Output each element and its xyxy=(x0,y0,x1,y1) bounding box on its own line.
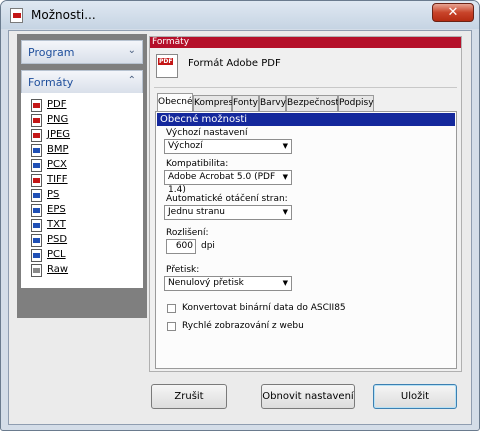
chevron-down-icon: ▼ xyxy=(282,208,288,216)
format-label: TIFF xyxy=(47,174,68,185)
format-label: PNG xyxy=(47,114,69,125)
compatibility-select[interactable]: Adobe Acrobat 5.0 (PDF 1.4) ▼ xyxy=(164,170,292,195)
ps-file-icon xyxy=(31,189,42,202)
format-label: PS xyxy=(47,189,60,200)
format-label: Raw xyxy=(47,264,69,275)
panel-header: Formáty xyxy=(150,37,461,48)
compatibility-label: Kompatibilita: xyxy=(166,159,229,169)
format-label: PDF xyxy=(47,99,67,110)
png-file-icon xyxy=(31,114,42,127)
pcx-file-icon xyxy=(31,159,42,172)
txt-file-icon xyxy=(31,219,42,232)
ascii85-label: Konvertovat binární data do ASCII85 xyxy=(182,303,346,313)
chevron-down-icon: ⌄ xyxy=(127,45,136,56)
format-panel: Formáty PDF Formát Adobe PDF Obecné Komp… xyxy=(149,36,462,372)
close-icon: ✕ xyxy=(447,5,459,20)
ascii85-checkbox[interactable] xyxy=(167,304,176,313)
tab-colors[interactable]: Barvy xyxy=(259,95,286,111)
fast-web-view-checkbox[interactable] xyxy=(167,322,176,331)
sidebar-program-header[interactable]: Program ⌄ xyxy=(21,40,143,64)
default-settings-select[interactable]: Výchozí ▼ xyxy=(164,139,292,154)
select-value: Adobe Acrobat 5.0 (PDF 1.4) xyxy=(168,172,276,195)
auto-rotate-select[interactable]: Jednu stranu ▼ xyxy=(164,205,292,220)
resolution-label: Rozlišení: xyxy=(166,228,209,238)
sidebar: Program ⌄ Formáty ⌃ PDF PNG JPEG BMP PCX… xyxy=(17,34,147,318)
format-label: TXT xyxy=(47,219,66,230)
title-bar: Možnosti... ✕ xyxy=(1,1,479,29)
overprint-label: Přetisk: xyxy=(166,265,200,275)
raw-file-icon xyxy=(31,264,42,277)
format-list: PDF PNG JPEG BMP PCX TIFF PS EPS TXT PSD… xyxy=(21,93,143,288)
panel-title: Formát Adobe PDF xyxy=(188,58,281,69)
fast-web-view-label: Rychlé zobrazování z webu xyxy=(182,321,304,331)
bmp-file-icon xyxy=(31,144,42,157)
pcl-file-icon xyxy=(31,249,42,262)
chevron-down-icon: ▼ xyxy=(282,279,288,287)
format-label: JPEG xyxy=(47,129,71,140)
sidebar-formats-label: Formáty xyxy=(28,76,74,89)
chevron-down-icon: ▼ xyxy=(282,142,288,150)
format-label: EPS xyxy=(47,204,66,215)
pdf-document-icon: PDF xyxy=(156,54,178,78)
tab-general[interactable]: Obecné xyxy=(157,93,193,111)
select-value: Výchozí xyxy=(168,141,203,151)
resolution-unit: dpi xyxy=(201,241,215,251)
select-value: Nenulový přetisk xyxy=(168,278,244,288)
format-label: PCL xyxy=(47,249,66,260)
section-header: Obecné možnosti xyxy=(157,113,455,126)
jpeg-file-icon xyxy=(31,129,42,142)
auto-rotate-label: Automatické otáčení stran: xyxy=(166,194,288,204)
format-label: PSD xyxy=(47,234,68,245)
divider xyxy=(154,87,457,88)
overprint-select[interactable]: Nenulový přetisk ▼ xyxy=(164,276,292,291)
sidebar-program-label: Program xyxy=(28,46,75,59)
close-button[interactable]: ✕ xyxy=(432,3,474,22)
pdf-file-icon xyxy=(31,99,42,112)
sidebar-formats-header[interactable]: Formáty ⌃ xyxy=(21,70,143,94)
tab-signatures[interactable]: Podpisy xyxy=(338,95,374,111)
tiff-file-icon xyxy=(31,174,42,187)
format-label: PCX xyxy=(47,159,67,170)
app-icon xyxy=(10,8,23,23)
resolution-input[interactable]: 600 xyxy=(166,239,196,254)
select-value: Jednu stranu xyxy=(168,207,226,217)
client-area: Program ⌄ Formáty ⌃ PDF PNG JPEG BMP PCX… xyxy=(8,30,472,425)
eps-file-icon xyxy=(31,204,42,217)
psd-file-icon xyxy=(31,234,42,247)
general-tab-page: Obecné možnosti Výchozí nastavení Výchoz… xyxy=(155,111,457,369)
tab-fonts[interactable]: Fonty xyxy=(232,95,259,111)
default-settings-label: Výchozí nastavení xyxy=(166,128,248,138)
tab-compression[interactable]: Komprese xyxy=(193,95,239,111)
options-window: Možnosti... ✕ Program ⌄ Formáty ⌃ PDF PN… xyxy=(0,0,480,431)
reset-settings-button[interactable]: Obnovit nastavení xyxy=(261,384,355,409)
cancel-button[interactable]: Zrušit xyxy=(151,384,227,409)
chevron-down-icon: ▼ xyxy=(282,173,288,181)
save-button[interactable]: Uložit xyxy=(373,384,457,409)
window-title: Možnosti... xyxy=(31,8,96,22)
tab-security[interactable]: Bezpečnost xyxy=(286,95,339,111)
chevron-up-icon: ⌃ xyxy=(127,75,136,86)
format-label: BMP xyxy=(47,144,69,155)
